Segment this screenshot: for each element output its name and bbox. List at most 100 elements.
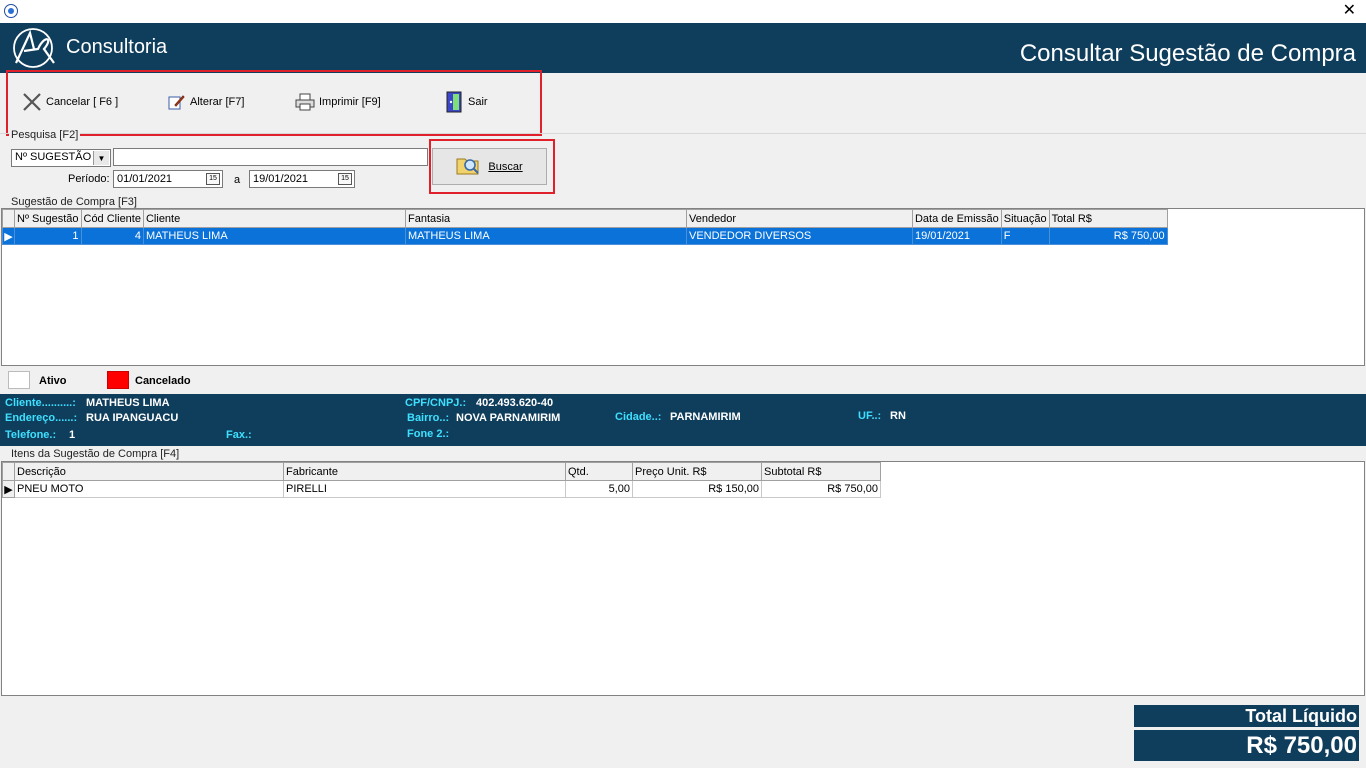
printer-icon: [295, 92, 315, 112]
column-header[interactable]: Qtd.: [565, 462, 633, 481]
total-liquido-value: R$ 750,00: [1134, 730, 1359, 761]
calendar-icon[interactable]: 15: [338, 173, 352, 185]
row-pointer-icon: ▶: [2, 480, 15, 498]
search-group: Pesquisa [F2] Nº SUGESTÃO ▼ Período: 01/…: [0, 129, 1366, 194]
column-header[interactable]: Fantasia: [404, 209, 687, 228]
fax-label: Fax.:: [226, 429, 252, 441]
calendar-icon[interactable]: 15: [206, 173, 220, 185]
legend-ativo-swatch: [8, 371, 30, 389]
table-cell[interactable]: PNEU MOTO: [14, 480, 284, 498]
search-field-select[interactable]: Nº SUGESTÃO ▼: [11, 149, 111, 167]
fone2-label: Fone 2.:: [407, 428, 450, 440]
exit-button[interactable]: Sair: [444, 91, 488, 113]
chevron-down-icon[interactable]: ▼: [93, 151, 109, 165]
date-from-input[interactable]: 01/01/2021 15: [113, 170, 223, 188]
cancel-button[interactable]: Cancelar [ F6 ]: [22, 91, 118, 113]
cpf-label: CPF/CNPJ.:: [405, 397, 467, 409]
sugestoes-group-label: Sugestão de Compra [F3]: [9, 196, 139, 208]
x-icon: [22, 92, 42, 112]
sugestoes-table: Nº Sugestão Cód Cliente Cliente Fantasia…: [2, 209, 1168, 245]
uf-value: RN: [890, 410, 906, 422]
telefone-label: Telefone.:: [5, 429, 57, 441]
app-icon: [4, 4, 18, 18]
legend-cancelado-swatch: [107, 371, 129, 389]
search-group-label: Pesquisa [F2]: [9, 129, 81, 141]
legend-ativo-label: Ativo: [39, 375, 67, 387]
date-to-input[interactable]: 19/01/2021 15: [249, 170, 355, 188]
cidade-label: Cidade..:: [615, 411, 662, 423]
table-cell[interactable]: VENDEDOR DIVERSOS: [685, 227, 913, 245]
row-indicator-header: [2, 462, 15, 481]
date-separator: a: [234, 174, 241, 186]
exit-button-label: Sair: [468, 96, 488, 108]
pencil-icon: [166, 92, 186, 112]
date-to-value: 19/01/2021: [253, 173, 309, 185]
table-cell[interactable]: R$ 150,00: [632, 480, 762, 498]
page-title: Consultar Sugestão de Compra: [1019, 40, 1356, 67]
cliente-value: MATHEUS LIMA: [86, 397, 170, 409]
brand-name: Consultoria: [66, 36, 168, 58]
telefone-value: 1: [69, 429, 76, 441]
row-pointer-icon: ▶: [2, 227, 15, 245]
table-row[interactable]: ▶ 1 4 MATHEUS LIMA MATHEUS LIMA VENDEDOR…: [2, 227, 1168, 245]
legend-cancelado-label: Cancelado: [135, 375, 191, 387]
date-from-value: 01/01/2021: [117, 173, 173, 185]
table-cell[interactable]: PIRELLI: [283, 480, 566, 498]
status-legend: Ativo Cancelado: [0, 369, 1366, 393]
table-cell[interactable]: MATHEUS LIMA: [404, 227, 687, 245]
itens-group-label: Itens da Sugestão de Compra [F4]: [9, 448, 182, 460]
table-cell[interactable]: 1: [14, 227, 82, 245]
cpf-value: 402.493.620-40: [476, 397, 554, 409]
cancel-button-label: Cancelar [ F6 ]: [46, 96, 119, 108]
bairro-label: Bairro..:: [407, 412, 450, 424]
table-row[interactable]: ▶ PNEU MOTO PIRELLI 5,00 R$ 150,00 R$ 75…: [2, 480, 881, 498]
search-input[interactable]: [113, 148, 428, 166]
edit-button[interactable]: Alterar [F7]: [166, 91, 244, 113]
print-button-label: Imprimir [F9]: [319, 96, 381, 108]
endereco-label: Endereço......:: [5, 412, 78, 424]
periodo-label: Período:: [68, 173, 110, 185]
sugestoes-grid[interactable]: Nº Sugestão Cód Cliente Cliente Fantasia…: [1, 208, 1365, 366]
cidade-value: PARNAMIRIM: [670, 411, 741, 423]
table-cell[interactable]: MATHEUS LIMA: [142, 227, 406, 245]
cliente-label: Cliente..........:: [5, 397, 76, 409]
table-cell[interactable]: F: [1000, 227, 1050, 245]
column-header[interactable]: Situação: [1000, 209, 1050, 228]
endereco-value: RUA IPANGUACU: [86, 412, 179, 424]
table-cell[interactable]: 4: [80, 227, 144, 245]
column-header[interactable]: Descrição: [14, 462, 284, 481]
bairro-value: NOVA PARNAMIRIM: [456, 412, 561, 424]
print-button[interactable]: Imprimir [F9]: [295, 91, 381, 113]
table-cell[interactable]: 5,00: [565, 480, 633, 498]
table-cell[interactable]: R$ 750,00: [1048, 227, 1168, 245]
column-header[interactable]: Preço Unit. R$: [632, 462, 762, 481]
company-logo: [13, 28, 55, 68]
close-icon[interactable]: ✕: [1343, 1, 1356, 21]
table-cell[interactable]: 19/01/2021: [911, 227, 1002, 245]
column-header[interactable]: Fabricante: [283, 462, 566, 481]
itens-table: Descrição Fabricante Qtd. Preço Unit. R$…: [2, 462, 881, 498]
row-indicator-header: [2, 209, 15, 228]
search-folder-icon: [456, 154, 482, 179]
total-liquido-label: Total Líquido: [1134, 705, 1359, 727]
edit-button-label: Alterar [F7]: [190, 96, 245, 108]
column-header[interactable]: Cliente: [142, 209, 406, 228]
column-header[interactable]: Data de Emissão: [911, 209, 1002, 228]
app-header: Consultoria Consultar Sugestão de Compra: [0, 23, 1366, 73]
table-cell[interactable]: R$ 750,00: [761, 480, 881, 498]
totals-area: Total Líquido R$ 750,00: [0, 697, 1366, 768]
toolbar: Cancelar [ F6 ] Alterar [F7] Imprimir [F…: [0, 70, 1366, 136]
window-titlebar: ✕: [0, 0, 1366, 23]
column-header[interactable]: Cód Cliente: [80, 209, 144, 228]
client-info-panel: Cliente..........: MATHEUS LIMA CPF/CNPJ…: [0, 394, 1366, 446]
column-header[interactable]: Total R$: [1048, 209, 1168, 228]
column-header[interactable]: Nº Sugestão: [14, 209, 82, 228]
uf-label: UF..:: [858, 410, 882, 422]
search-button[interactable]: Buscar: [432, 148, 547, 185]
column-header[interactable]: Vendedor: [685, 209, 913, 228]
column-header[interactable]: Subtotal R$: [761, 462, 881, 481]
door-exit-icon: [444, 91, 464, 113]
search-field-value: Nº SUGESTÃO: [15, 151, 92, 163]
itens-grid[interactable]: Descrição Fabricante Qtd. Preço Unit. R$…: [1, 461, 1365, 696]
sugestoes-header-row: Nº Sugestão Cód Cliente Cliente Fantasia…: [2, 209, 1168, 228]
